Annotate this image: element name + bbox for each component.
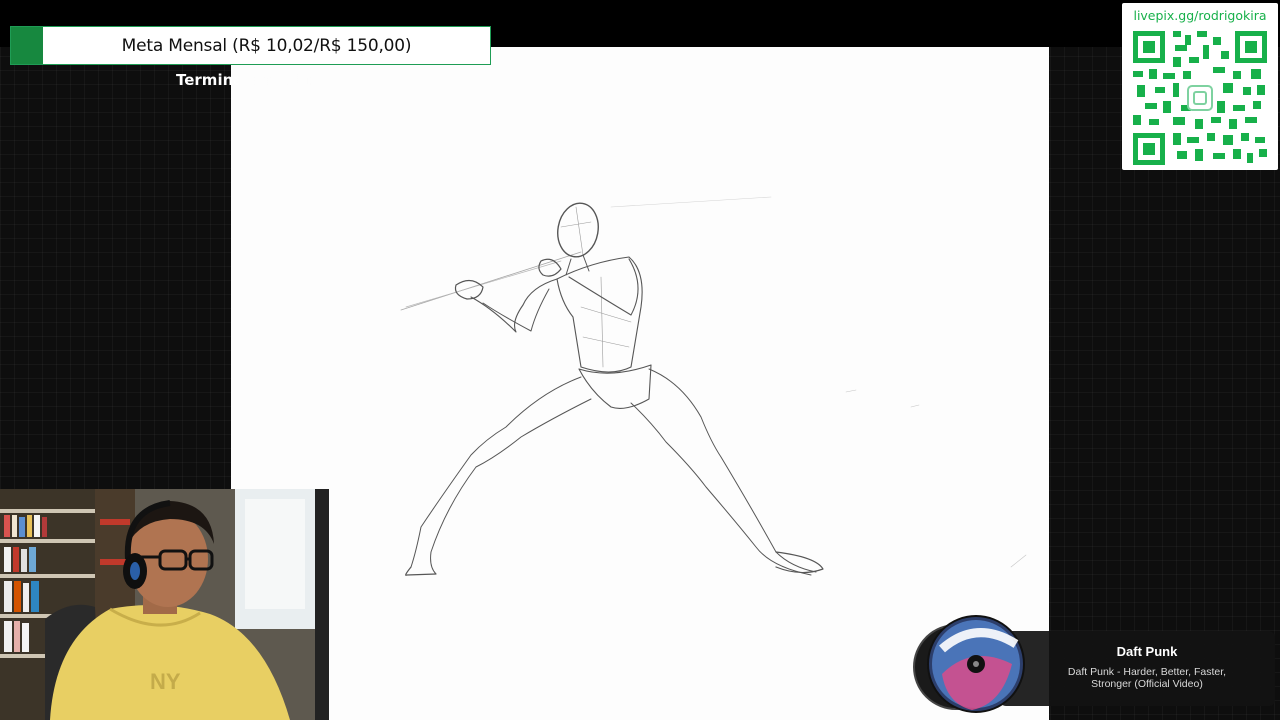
svg-text:NY: NY (150, 669, 181, 694)
goal-subtitle: Termina em 10 dias (176, 71, 341, 89)
now-playing-artist: Daft Punk (1116, 644, 1178, 659)
webcam-feed: NY (0, 489, 329, 720)
qr-code-icon[interactable] (1133, 31, 1267, 165)
monthly-goal-bar: Meta Mensal (R$ 10,02/R$ 150,00) (10, 26, 491, 65)
donation-qr-panel[interactable]: livepix.gg/rodrigokira (1122, 3, 1278, 170)
goal-title: Meta Mensal (R$ 10,02/R$ 150,00) (121, 35, 412, 56)
webcam-scene: NY (0, 489, 329, 720)
vinyl-disc-icon (913, 615, 1025, 713)
now-playing-track: Daft Punk - Harder, Better, Faster, Stro… (1067, 666, 1227, 690)
goal-progress-fill (11, 27, 43, 64)
donation-url[interactable]: livepix.gg/rodrigokira (1122, 8, 1278, 23)
